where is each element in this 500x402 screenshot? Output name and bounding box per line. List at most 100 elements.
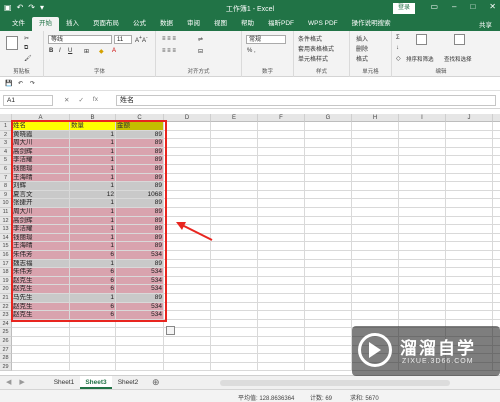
cell[interactable] [164,139,211,148]
cell[interactable] [164,225,211,234]
cell[interactable] [116,354,164,363]
cell[interactable] [352,294,399,303]
border-icon[interactable]: ⊞ [84,48,89,55]
font-grow-icon[interactable]: A+A- [135,35,148,44]
cell[interactable] [211,337,258,346]
horizontal-scrollbar[interactable] [220,380,450,386]
cell[interactable]: 89 [116,182,164,191]
cell[interactable] [399,216,446,226]
cell[interactable] [493,174,500,183]
column-header[interactable]: K [493,114,500,122]
cell[interactable]: 赵克生 [12,302,70,312]
cell[interactable] [493,277,500,286]
cell[interactable]: 89 [116,147,164,157]
cell[interactable]: 534 [116,311,164,320]
cell[interactable]: 89 [116,242,164,251]
cell[interactable] [493,182,500,191]
cell[interactable] [211,233,258,243]
cell[interactable]: 金额 [116,122,164,131]
format-painter-icon[interactable]: 🖌 [24,55,32,62]
cell[interactable]: 李洁耀 [12,225,70,234]
cell[interactable]: 1 [70,225,116,234]
column-header[interactable]: E [211,114,258,122]
cell[interactable] [493,191,500,200]
cell[interactable] [116,362,164,372]
cell[interactable] [258,328,305,337]
cell[interactable] [12,345,70,355]
cell[interactable] [116,328,164,337]
cell[interactable] [446,208,493,217]
cell[interactable] [493,199,500,208]
cell[interactable] [258,302,305,312]
cell[interactable]: 李洁耀 [12,156,70,165]
cell[interactable] [305,345,352,355]
cell[interactable] [399,165,446,174]
cell[interactable] [446,165,493,174]
minimize-icon[interactable]: – [452,2,456,11]
cell[interactable] [258,233,305,243]
font-size-select[interactable]: 11 [114,35,132,44]
redo-small-icon[interactable]: ↷ [30,80,35,87]
cell[interactable]: 89 [116,199,164,208]
cell[interactable]: 数量 [70,122,116,131]
cell[interactable] [211,242,258,251]
cell[interactable]: 1 [70,130,116,140]
row-header[interactable]: 3 [0,139,12,148]
cell[interactable] [446,122,493,131]
cell[interactable] [352,156,399,165]
cell[interactable]: 赵克生 [12,276,70,286]
font-color-icon[interactable]: A [112,48,116,54]
cell[interactable] [305,182,352,191]
find-select-icon[interactable] [454,34,465,45]
cell[interactable] [305,190,352,200]
cell[interactable] [399,233,446,243]
cell[interactable] [164,276,211,286]
cell[interactable] [399,268,446,277]
delete-cells-button[interactable]: 删除 [356,44,368,53]
prev-sheet-icon[interactable]: ◀ [6,378,11,386]
cell[interactable] [352,208,399,217]
row-header[interactable]: 28 [0,354,12,363]
row-header[interactable]: 12 [0,216,12,226]
cell[interactable] [211,199,258,208]
column-header[interactable]: A [12,114,70,122]
cell[interactable] [446,173,493,183]
cell[interactable] [258,337,305,346]
cell[interactable] [352,251,399,260]
cell[interactable]: 534 [116,276,164,286]
cell[interactable] [258,362,305,372]
cell[interactable] [399,190,446,200]
cell[interactable] [446,225,493,234]
merge-icon[interactable]: ⊟ [198,48,203,55]
wrap-text-icon[interactable]: ⇌ [198,36,203,43]
cell[interactable] [211,328,258,337]
cell[interactable] [258,285,305,294]
select-all-corner[interactable] [0,114,12,122]
cell[interactable] [258,182,305,191]
cell[interactable] [164,302,211,312]
cell[interactable]: 89 [116,208,164,217]
cell[interactable]: 高剑辉 [12,216,70,226]
login-button[interactable]: 登录 [393,3,415,14]
row-header[interactable]: 7 [0,173,12,183]
cell[interactable]: 89 [116,233,164,243]
tab-6[interactable]: 审阅 [180,17,207,31]
next-sheet-icon[interactable]: ▶ [19,378,24,386]
cell[interactable] [446,294,493,303]
row-header[interactable]: 9 [0,190,12,200]
percent-icon[interactable]: % , [247,48,256,54]
cell[interactable] [116,337,164,346]
cell[interactable] [352,130,399,140]
fill-color-icon[interactable]: ◆ [99,48,104,55]
cell[interactable] [258,354,305,363]
cell[interactable]: 89 [116,225,164,234]
cell[interactable]: 1 [70,147,116,157]
cell[interactable] [493,242,500,251]
cell[interactable] [352,233,399,243]
cell[interactable] [164,130,211,140]
cell[interactable]: 89 [116,294,164,303]
cell[interactable]: 6 [70,311,116,320]
cell[interactable] [258,225,305,234]
cell[interactable] [352,147,399,157]
cell[interactable] [493,225,500,234]
